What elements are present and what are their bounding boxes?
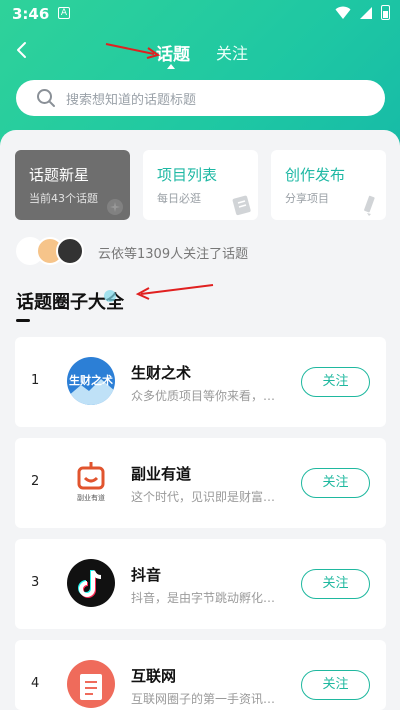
card-subtitle: 每日必逛 bbox=[157, 192, 201, 205]
wifi-icon bbox=[335, 6, 351, 19]
pencil-icon bbox=[364, 195, 375, 216]
battery-icon bbox=[381, 5, 390, 20]
search-icon bbox=[37, 89, 55, 107]
card-create-publish[interactable]: 创作发布 分享项目 bbox=[271, 150, 386, 220]
topic-rank: 1 bbox=[31, 373, 40, 388]
card-project-list[interactable]: 项目列表 每日必逛 bbox=[143, 150, 258, 220]
topic-logo-text: 生财之术 bbox=[69, 374, 113, 387]
card-rising-topics[interactable]: 话题新星 当前43个话题 bbox=[15, 150, 130, 220]
topic-logo: 副业有道 bbox=[67, 458, 115, 506]
followers-row[interactable]: 云依等1309人关注了话题 bbox=[16, 235, 386, 267]
status-time: 3:46 bbox=[12, 5, 50, 23]
avatar bbox=[56, 237, 84, 265]
topic-name: 互联网 bbox=[131, 667, 177, 685]
topic-item[interactable]: 3 抖音 抖音，是由字节跳动孵化… 关注 bbox=[15, 539, 386, 629]
topic-logo: 生财之术 bbox=[67, 357, 115, 405]
follow-button[interactable]: 关注 bbox=[301, 468, 370, 498]
topic-item[interactable]: 4 互联网 互联网圈子的第一手资讯… 关注 bbox=[15, 640, 386, 710]
signal-icon bbox=[360, 6, 372, 19]
card-title: 话题新星 bbox=[29, 166, 90, 184]
top-nav: 话题 关注 bbox=[0, 30, 400, 74]
follow-button[interactable]: 关注 bbox=[301, 670, 370, 700]
topic-desc: 众多优质项目等你来看，… bbox=[131, 389, 276, 403]
topic-logo-text: 副业有道 bbox=[77, 493, 105, 502]
tab-follow[interactable]: 关注 bbox=[216, 40, 248, 64]
annotation-arrow bbox=[105, 43, 161, 59]
topic-name: 生财之术 bbox=[131, 364, 192, 382]
sparkle-icon bbox=[107, 199, 123, 215]
topic-desc: 这个时代，见识即是财富… bbox=[131, 490, 276, 504]
smile-icon: 副业有道 bbox=[77, 462, 105, 502]
topic-desc: 抖音，是由字节跳动孵化… bbox=[131, 591, 276, 605]
tab-indicator bbox=[167, 64, 175, 69]
status-bar: 3:46 A bbox=[0, 0, 400, 28]
topic-rank: 3 bbox=[31, 575, 40, 590]
annotation-arrow bbox=[135, 284, 214, 300]
topic-rank: 2 bbox=[31, 474, 40, 489]
follow-button[interactable]: 关注 bbox=[301, 367, 370, 397]
topic-rank: 4 bbox=[31, 676, 40, 691]
search-bar[interactable]: 搜索想知道的话题标题 bbox=[16, 80, 385, 116]
section-underline bbox=[16, 319, 30, 322]
topic-item[interactable]: 1 生财之术 生财之术 众多优质项目等你来看，… 关注 bbox=[15, 337, 386, 427]
card-subtitle: 当前43个话题 bbox=[29, 192, 98, 205]
card-subtitle: 分享项目 bbox=[285, 192, 329, 205]
tiktok-icon bbox=[78, 570, 102, 598]
topic-item[interactable]: 2 副业有道 副业有道 这个时代，见识即是财富… 关注 bbox=[15, 438, 386, 528]
followers-count-text: 云依等1309人关注了话题 bbox=[98, 247, 249, 262]
card-title: 项目列表 bbox=[157, 166, 218, 184]
title-decoration bbox=[104, 290, 116, 302]
card-title: 创作发布 bbox=[285, 166, 346, 184]
notification-a-icon: A bbox=[58, 7, 70, 19]
topic-logo bbox=[67, 660, 115, 708]
topic-name: 抖音 bbox=[131, 566, 162, 584]
back-arrow-icon[interactable] bbox=[12, 40, 32, 60]
topic-logo bbox=[67, 559, 115, 607]
follow-button[interactable]: 关注 bbox=[301, 569, 370, 599]
document-icon bbox=[232, 195, 251, 216]
search-placeholder: 搜索想知道的话题标题 bbox=[66, 93, 197, 108]
topic-name: 副业有道 bbox=[131, 465, 192, 483]
checklist-icon bbox=[80, 674, 102, 700]
topic-desc: 互联网圈子的第一手资讯… bbox=[131, 692, 276, 706]
